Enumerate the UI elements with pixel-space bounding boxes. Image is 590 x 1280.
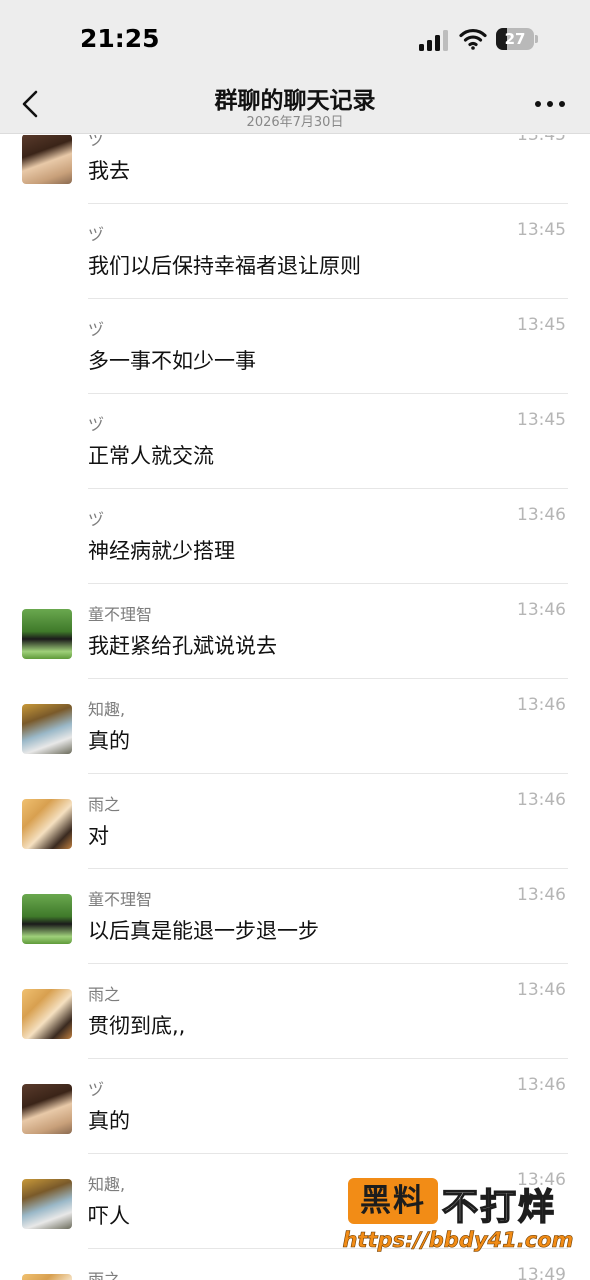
- sender-name: ヅ: [88, 225, 105, 244]
- message-item[interactable]: ヅ 13:45 我们以后保持幸福者退让原则: [0, 204, 590, 299]
- avatar[interactable]: [22, 135, 72, 184]
- message-item[interactable]: 童不理智 13:46 以后真是能退一步退一步: [0, 869, 590, 964]
- message-text: 贯彻到底,,: [88, 1014, 186, 1038]
- avatar[interactable]: [22, 799, 72, 849]
- message-list[interactable]: ヅ 13:45 我去ヅ 13:45 我们以后保持幸福者退让原则ヅ 13:45 多一事不如少一…: [0, 135, 590, 1280]
- sender-name: 雨之: [88, 1270, 121, 1280]
- avatar[interactable]: [22, 609, 72, 659]
- watermark-url: https://bbdy41.com: [342, 1228, 574, 1253]
- sender-name: ヅ: [88, 415, 105, 434]
- message-text: 多一事不如少一事: [88, 349, 256, 373]
- sender-name: 知趣,: [88, 700, 126, 719]
- message-time: 13:45: [517, 220, 566, 240]
- message-time: 13:46: [517, 695, 566, 715]
- message-time: 13:46: [517, 885, 566, 905]
- message-item[interactable]: ヅ 13:45 我去: [0, 135, 590, 204]
- avatar[interactable]: [22, 894, 72, 944]
- wifi-icon: [459, 28, 487, 50]
- message-item[interactable]: 雨之 13:46 对: [0, 774, 590, 869]
- sender-name: ヅ: [88, 135, 105, 149]
- message-text: 我去: [88, 159, 130, 183]
- avatar[interactable]: [22, 989, 72, 1039]
- watermark-logo: 黑料 不打烊 https://bbdy41.com: [340, 1174, 576, 1262]
- battery-icon: 27: [496, 28, 538, 50]
- message-text: 真的: [88, 1109, 130, 1133]
- sender-name: 童不理智: [88, 605, 153, 624]
- sender-name: ヅ: [88, 510, 105, 529]
- sender-name: ヅ: [88, 320, 105, 339]
- message-time: 13:45: [517, 315, 566, 335]
- sender-name: 雨之: [88, 795, 121, 814]
- message-item[interactable]: ヅ 13:46 神经病就少搭理: [0, 489, 590, 584]
- sender-name: 知趣,: [88, 1175, 126, 1194]
- more-options-button[interactable]: [532, 94, 568, 114]
- watermark-main-text: 不打烊: [441, 1186, 557, 1229]
- message-item[interactable]: ヅ 13:46 真的: [0, 1059, 590, 1154]
- message-time: 13:46: [517, 1075, 566, 1095]
- message-text: 吓人: [88, 1204, 130, 1228]
- message-item[interactable]: 知趣, 13:46 真的: [0, 679, 590, 774]
- avatar[interactable]: [22, 1179, 72, 1229]
- message-item[interactable]: ヅ 13:45 多一事不如少一事: [0, 299, 590, 394]
- message-time: 13:46: [517, 790, 566, 810]
- watermark-badge: 黑料: [348, 1178, 438, 1224]
- sender-name: 雨之: [88, 985, 121, 1004]
- message-time: 13:45: [517, 410, 566, 430]
- status-time: 21:25: [80, 24, 160, 53]
- message-time: 13:46: [517, 600, 566, 620]
- message-time: 13:45: [517, 135, 566, 145]
- message-item[interactable]: 雨之 13:46 贯彻到底,,: [0, 964, 590, 1059]
- message-item[interactable]: ヅ 13:45 正常人就交流: [0, 394, 590, 489]
- sender-name: 童不理智: [88, 890, 153, 909]
- battery-level: 27: [504, 30, 526, 48]
- message-text: 正常人就交流: [88, 444, 214, 468]
- sender-name: ヅ: [88, 1080, 105, 1099]
- status-bar: 21:25 27: [0, 0, 590, 80]
- message-text: 以后真是能退一步退一步: [88, 919, 319, 943]
- avatar[interactable]: [22, 1274, 72, 1280]
- message-text: 我赶紧给孔斌说说去: [88, 634, 277, 658]
- page-title: 群聊的聊天记录: [214, 88, 376, 114]
- message-text: 对: [88, 824, 109, 848]
- message-text: 我们以后保持幸福者退让原则: [88, 254, 361, 278]
- message-item[interactable]: 童不理智 13:46 我赶紧给孔斌说说去: [0, 584, 590, 679]
- page-subtitle-date: 2026年7月30日: [246, 115, 344, 130]
- message-time: 13:49: [517, 1265, 566, 1280]
- signal-icon: [419, 30, 448, 51]
- avatar[interactable]: [22, 1084, 72, 1134]
- message-time: 13:46: [517, 980, 566, 1000]
- message-text: 真的: [88, 729, 130, 753]
- message-text: 神经病就少搭理: [88, 539, 235, 563]
- message-time: 13:46: [517, 505, 566, 525]
- avatar[interactable]: [22, 704, 72, 754]
- nav-bar: 群聊的聊天记录 2026年7月30日: [0, 80, 590, 134]
